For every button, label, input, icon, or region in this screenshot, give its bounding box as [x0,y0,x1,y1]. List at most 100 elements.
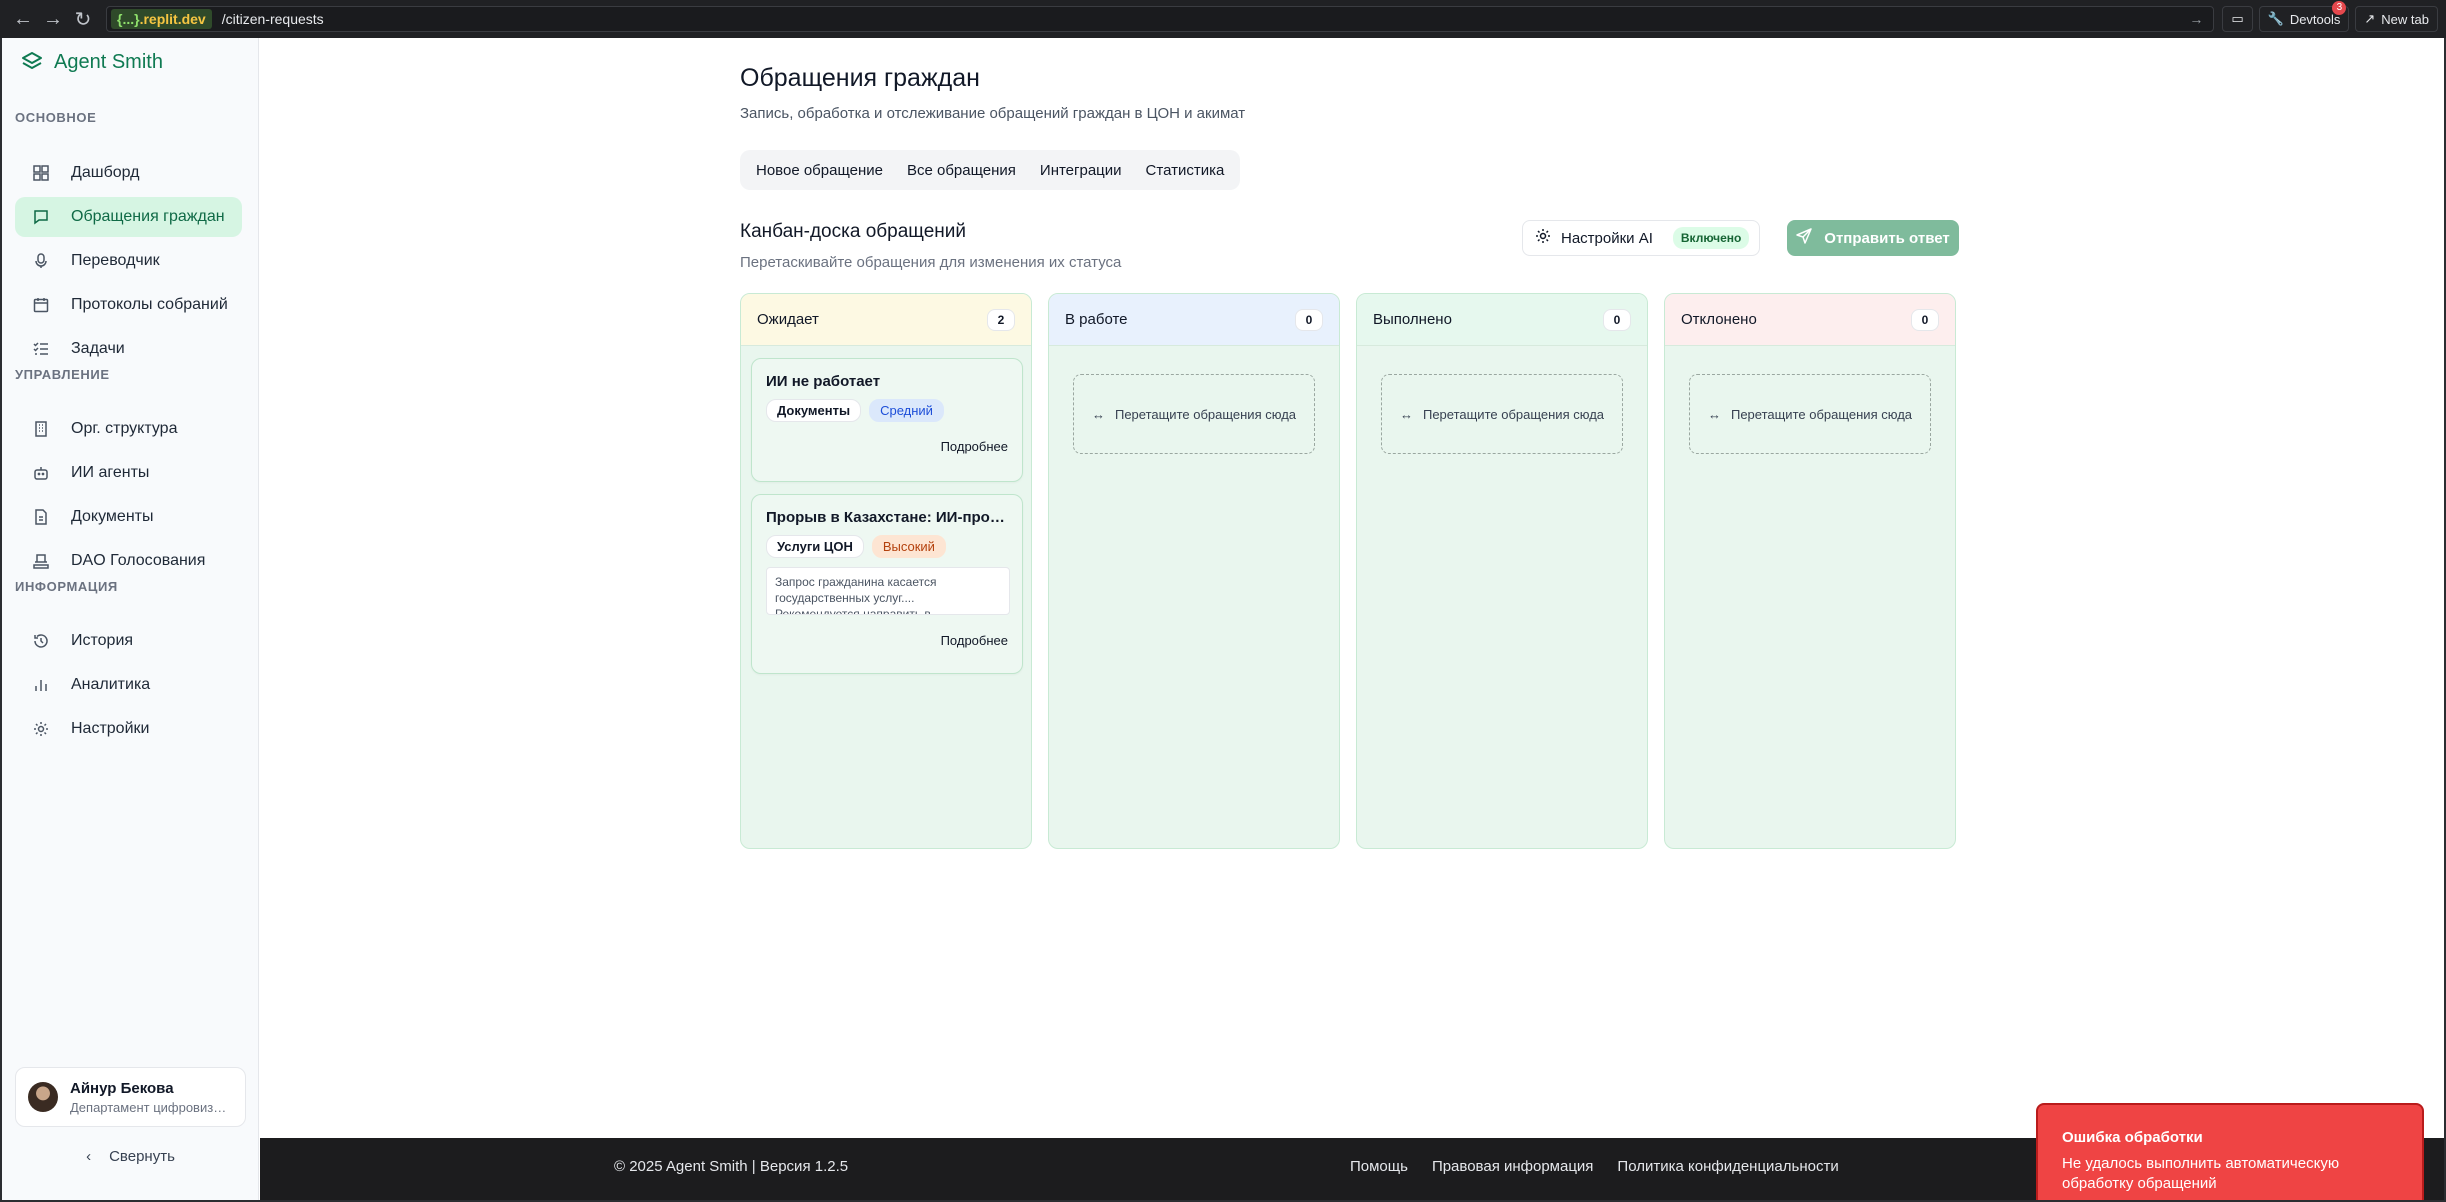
sidebar-item-label: ИИ агенты [71,464,150,481]
calendar-icon [33,297,49,313]
footer-links: Помощь Правовая информация Политика конф… [1350,1158,1839,1175]
sidebar-item-label: Задачи [71,340,125,357]
sidebar-item-label: Орг. структура [71,420,178,437]
sidebar-item-meeting-protocols[interactable]: Протоколы собраний [15,285,242,325]
sidebar-item-history[interactable]: История [15,621,242,661]
chart-icon [33,677,49,693]
card-details-link[interactable]: Подробнее [941,439,1008,454]
section-main: ОСНОВНОЕ [15,110,97,125]
sidebar: Agent Smith ОСНОВНОЕ Дашборд Обращения г… [2,38,259,1200]
layers-icon [22,52,42,69]
page-title: Обращения граждан [740,64,980,92]
footer-link-legal[interactable]: Правовая информация [1432,1158,1593,1175]
new-tab-button[interactable]: ↗ New tab [2355,6,2438,32]
chevron-left-icon: ‹ [86,1147,92,1165]
sidebar-item-documents[interactable]: Документы [15,497,242,537]
request-card[interactable]: ИИ не работает Документы Средний Подробн… [751,358,1023,482]
footer-link-privacy[interactable]: Политика конфиденциальности [1617,1158,1838,1175]
external-link-icon: ↗ [2364,11,2376,26]
column-count: 2 [987,308,1015,331]
kanban-column-rejected[interactable]: Отклонено 0 ↔ Перетащите обращения сюда [1664,293,1956,849]
url-host: {...}.replit.dev [111,9,212,29]
error-toast[interactable]: Ошибка обработки Не удалось выполнить ав… [2036,1103,2424,1200]
dropzone-label: Перетащите обращения сюда [1114,406,1297,422]
move-icon: ↔ [1091,406,1105,422]
go-arrow-icon[interactable]: → [2189,11,2203,27]
browser-toolbar: ← → ↻ {...}.replit.dev /citizen-requests… [0,0,2446,38]
sidebar-item-ai-agents[interactable]: ИИ агенты [15,453,242,493]
reload-icon[interactable]: ↻ [68,7,98,32]
sidebar-item-settings[interactable]: Настройки [15,709,242,749]
user-name: Айнур Бекова [70,1079,174,1097]
ai-settings-label: Настройки AI [1561,229,1653,247]
column-title: Выполнено [1373,311,1452,328]
brand-name: Agent Smith [54,50,163,73]
kanban-column-pending[interactable]: Ожидает 2 ИИ не работает Документы Средн… [740,293,1032,849]
user-info: Айнур Бекова Департамент цифровизации [70,1080,230,1115]
dropzone[interactable]: ↔ Перетащите обращения сюда [1689,374,1931,454]
card-description: Запрос гражданина касается государственн… [766,567,1010,615]
sidebar-item-translator[interactable]: Переводчик [15,241,242,281]
sidebar-item-dashboard[interactable]: Дашборд [15,153,242,193]
category-tag: Документы [766,399,862,422]
dropzone-label: Перетащите обращения сюда [1422,406,1605,422]
sidebar-item-label: Протоколы собраний [71,296,228,313]
back-icon[interactable]: ← [8,8,38,31]
tab-integrations[interactable]: Интеграции [1030,162,1132,179]
column-header: Выполнено 0 [1357,294,1647,346]
document-icon [33,509,49,525]
sidebar-item-label: Переводчик [71,252,160,269]
column-header: Ожидает 2 [741,294,1031,346]
kanban-subtitle: Перетаскивайте обращения для изменения и… [740,254,1122,271]
sidebar-item-citizen-requests[interactable]: Обращения граждан [15,197,242,237]
user-department: Департамент цифровизации [70,1099,230,1115]
dropzone[interactable]: ↔ Перетащите обращения сюда [1381,374,1623,454]
sidebar-item-label: Аналитика [71,676,151,693]
brand[interactable]: Agent Smith [20,50,163,74]
sidebar-item-tasks[interactable]: Задачи [15,329,242,369]
card-tags: Услуги ЦОН Высокий [766,535,946,558]
tab-all-requests[interactable]: Все обращения [897,162,1026,179]
collapse-label: Свернуть [109,1147,175,1165]
bot-icon [33,465,49,481]
user-profile-card[interactable]: Айнур Бекова Департамент цифровизации [15,1067,246,1127]
address-bar[interactable]: {...}.replit.dev /citizen-requests → [106,6,2215,32]
send-reply-button[interactable]: Отправить ответ [1787,220,1959,256]
kanban-column-in-progress[interactable]: В работе 0 ↔ Перетащите обращения сюда [1048,293,1340,849]
forward-icon[interactable]: → [38,8,68,31]
card-details-link[interactable]: Подробнее [941,633,1008,648]
history-icon [33,633,49,649]
screen-icon[interactable]: ▭ [2222,6,2253,32]
vote-icon [33,553,49,569]
dropzone[interactable]: ↔ Перетащите обращения сюда [1073,374,1315,454]
devtools-badge: 3 [2332,1,2347,15]
devtools-label: Devtools [2289,11,2341,27]
column-header: Отклонено 0 [1665,294,1955,346]
request-card[interactable]: Прорыв в Казахстане: ИИ-проект… Услуги Ц… [751,494,1023,674]
ai-settings-button[interactable]: Настройки AI Включено [1522,220,1760,256]
section-info: ИНФОРМАЦИЯ [15,579,118,594]
ai-status-badge: Включено [1672,227,1750,249]
sidebar-item-dao-voting[interactable]: DAO Голосования [15,541,242,581]
new-tab-label: New tab [2381,11,2429,27]
url-path: /citizen-requests [221,11,324,27]
tab-new-request[interactable]: Новое обращение [746,162,893,179]
mic-icon [33,253,49,269]
sidebar-item-label: Настройки [71,720,150,737]
priority-tag: Высокий [871,535,946,558]
toast-message: Не удалось выполнить автоматическую обра… [2062,1155,2340,1192]
devtools-button[interactable]: 🔧 Devtools 3 [2258,1,2350,32]
kanban-column-done[interactable]: Выполнено 0 ↔ Перетащите обращения сюда [1356,293,1648,849]
collapse-sidebar-button[interactable]: ‹ Свернуть [2,1142,259,1170]
sidebar-item-analytics[interactable]: Аналитика [15,665,242,705]
page-subtitle: Запись, обработка и отслеживание обращен… [740,105,1246,122]
kanban-title: Канбан-доска обращений [740,221,966,242]
send-label: Отправить ответ [1824,229,1950,247]
footer-link-help[interactable]: Помощь [1350,1158,1408,1175]
column-count: 0 [1295,308,1323,331]
footer-copyright: © 2025 Agent Smith | Версия 1.2.5 [614,1158,849,1175]
card-title: Прорыв в Казахстане: ИИ-проект… [766,509,1012,526]
tab-statistics[interactable]: Статистика [1136,162,1235,179]
sidebar-item-org-structure[interactable]: Орг. структура [15,409,242,449]
sidebar-item-label: История [71,632,134,649]
